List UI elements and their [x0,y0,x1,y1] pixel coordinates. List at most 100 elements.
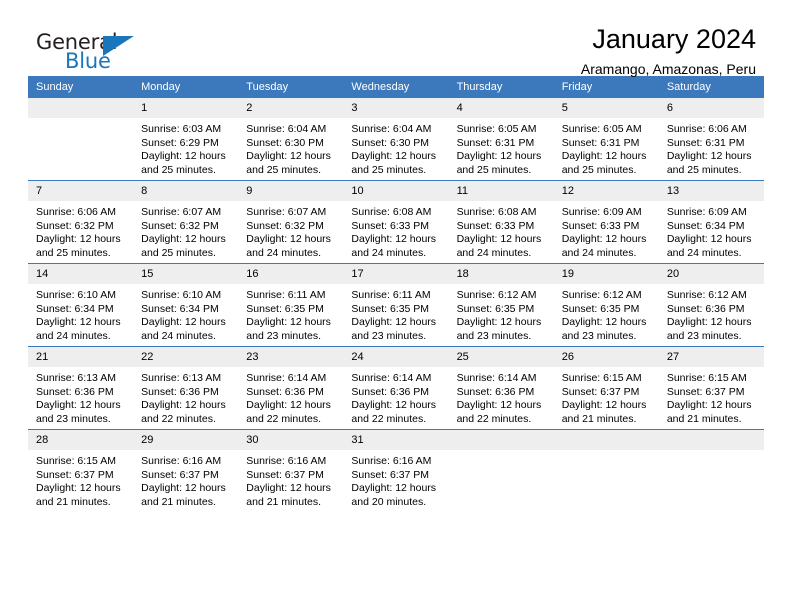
calendar-day-cell[interactable]: 22 Sunrise: 6:13 AM Sunset: 6:36 PM Dayligh… [133,346,239,430]
day-daylight-line2-text: and 23 minutes. [666,329,742,342]
calendar-day-cell[interactable]: 8 Sunrise: 6:07 AM Sunset: 6:32 PM Daylight… [133,180,239,264]
day-details: Sunrise: 6:09 AM Sunset: 6:34 PM Daylight:… [659,201,764,263]
day-sunrise-text: Sunrise: 6:03 AM [141,123,222,135]
weekday-header-sunday: Sunday [28,76,134,98]
day-details: Sunrise: 6:15 AM Sunset: 6:37 PM Daylight:… [28,450,133,512]
calendar-day-cell[interactable]: 27 Sunrise: 6:15 AM Sunset: 6:37 PM Dayligh… [658,346,764,430]
day-sunset-text: Sunset: 6:37 PM [351,468,430,481]
calendar-day-cell[interactable]: 16 Sunrise: 6:11 AM Sunset: 6:35 PM Dayligh… [238,263,344,347]
day-details: Sunrise: 6:11 AM Sunset: 6:35 PM Daylight:… [343,284,448,346]
calendar-day-cell[interactable]: 15 Sunrise: 6:10 AM Sunset: 6:34 PM Dayligh… [133,263,239,347]
day-daylight-line1-text: Daylight: 12 hours [141,316,226,328]
calendar-day-cell[interactable]: 2 Sunrise: 6:04 AM Sunset: 6:30 PM Daylight… [238,98,344,181]
day-daylight-line1-text: Daylight: 12 hours [456,233,542,245]
day-daylight-line2-text: and 23 minutes. [246,329,321,342]
day-sunrise-text: Sunrise: 6:06 AM [36,206,116,218]
day-daylight-line1-text: Daylight: 12 hours [36,482,121,494]
day-sunrise-text: Sunrise: 6:11 AM [351,289,431,301]
calendar-day-cell[interactable]: 6 Sunrise: 6:06 AM Sunset: 6:31 PM Daylight… [658,98,764,181]
day-number: 29 [133,430,239,450]
day-details: Sunrise: 6:05 AM Sunset: 6:31 PM Daylight:… [449,118,554,180]
weekday-header-thursday: Thursday [448,76,554,98]
day-daylight-line1-text: Daylight: 12 hours [246,399,331,411]
day-details: Sunrise: 6:06 AM Sunset: 6:31 PM Daylight:… [659,118,764,180]
day-sunset-text: Sunset: 6:29 PM [141,136,219,149]
day-sunset-text: Sunset: 6:35 PM [561,302,640,315]
calendar-day-cell[interactable]: 9 Sunrise: 6:07 AM Sunset: 6:32 PM Daylight… [238,180,344,264]
day-sunset-text: Sunset: 6:33 PM [351,219,430,232]
day-daylight-line1-text: Daylight: 12 hours [561,150,647,162]
day-details: Sunrise: 6:12 AM Sunset: 6:36 PM Daylight:… [659,284,764,346]
day-sunset-text: Sunset: 6:31 PM [666,136,745,149]
day-sunrise-text: Sunrise: 6:08 AM [351,206,432,218]
calendar-day-cell[interactable]: 19 Sunrise: 6:12 AM Sunset: 6:35 PM Dayligh… [553,263,659,347]
day-sunrise-text: Sunrise: 6:16 AM [141,455,222,467]
day-daylight-line1-text: Daylight: 12 hours [666,233,752,245]
calendar-day-cell[interactable]: 20 Sunrise: 6:12 AM Sunset: 6:36 PM Dayligh… [658,263,764,347]
day-number: 5 [553,98,659,118]
day-sunset-text: Sunset: 6:33 PM [456,219,535,232]
calendar-day-cell[interactable]: 30 Sunrise: 6:16 AM Sunset: 6:37 PM Dayligh… [238,429,344,512]
calendar-day-cell[interactable]: 14 Sunrise: 6:10 AM Sunset: 6:34 PM Dayligh… [28,263,134,347]
calendar-day-cell[interactable]: 28 Sunrise: 6:15 AM Sunset: 6:37 PM Dayligh… [28,429,134,512]
day-daylight-line1-text: Daylight: 12 hours [141,150,226,162]
day-daylight-line2-text: and 23 minutes. [36,412,111,425]
calendar-day-cell-empty [553,429,659,512]
day-number: 17 [343,264,449,284]
calendar-day-cell-empty [28,98,134,181]
calendar-day-cell[interactable]: 31 Sunrise: 6:16 AM Sunset: 6:37 PM Dayligh… [343,429,449,512]
calendar-day-cell[interactable]: 29 Sunrise: 6:16 AM Sunset: 6:37 PM Dayligh… [133,429,239,512]
day-details: Sunrise: 6:05 AM Sunset: 6:31 PM Daylight:… [554,118,659,180]
day-sunset-text: Sunset: 6:35 PM [246,302,324,315]
day-details [554,450,659,512]
weekday-header-saturday: Saturday [658,76,764,98]
calendar-day-cell[interactable]: 1 Sunrise: 6:03 AM Sunset: 6:29 PM Daylight… [133,98,239,181]
day-number: 13 [658,181,764,201]
day-daylight-line1-text: Daylight: 12 hours [36,316,121,328]
day-daylight-line2-text: and 25 minutes. [36,246,111,259]
calendar-week-row: 21 Sunrise: 6:13 AM Sunset: 6:36 PM Dayligh… [28,346,764,430]
day-number: 23 [238,347,344,367]
calendar-day-cell[interactable]: 25 Sunrise: 6:14 AM Sunset: 6:36 PM Dayligh… [448,346,554,430]
calendar-day-cell[interactable]: 13 Sunrise: 6:09 AM Sunset: 6:34 PM Dayligh… [658,180,764,264]
day-number: 12 [553,181,659,201]
day-details [659,450,764,512]
day-sunset-text: Sunset: 6:30 PM [351,136,430,149]
calendar-day-cell[interactable]: 7 Sunrise: 6:06 AM Sunset: 6:32 PM Daylight… [28,180,134,264]
day-daylight-line1-text: Daylight: 12 hours [456,316,542,328]
calendar-day-cell[interactable]: 24 Sunrise: 6:14 AM Sunset: 6:36 PM Dayligh… [343,346,449,430]
calendar-day-cell[interactable]: 10 Sunrise: 6:08 AM Sunset: 6:33 PM Dayligh… [343,180,449,264]
day-sunset-text: Sunset: 6:37 PM [246,468,324,481]
calendar-day-cell[interactable]: 4 Sunrise: 6:05 AM Sunset: 6:31 PM Daylight… [448,98,554,181]
calendar-day-cell[interactable]: 17 Sunrise: 6:11 AM Sunset: 6:35 PM Dayligh… [343,263,449,347]
day-sunrise-text: Sunrise: 6:04 AM [351,123,432,135]
day-daylight-line1-text: Daylight: 12 hours [36,399,121,411]
day-sunset-text: Sunset: 6:32 PM [36,219,114,232]
calendar-day-cell[interactable]: 18 Sunrise: 6:12 AM Sunset: 6:35 PM Dayligh… [448,263,554,347]
calendar-day-cell[interactable]: 21 Sunrise: 6:13 AM Sunset: 6:36 PM Dayligh… [28,346,134,430]
day-number: 21 [28,347,134,367]
day-details: Sunrise: 6:13 AM Sunset: 6:36 PM Daylight:… [28,367,133,429]
day-daylight-line1-text: Daylight: 12 hours [141,482,226,494]
day-number: 20 [658,264,764,284]
calendar-day-cell[interactable]: 26 Sunrise: 6:15 AM Sunset: 6:37 PM Dayligh… [553,346,659,430]
calendar-day-cell[interactable]: 23 Sunrise: 6:14 AM Sunset: 6:36 PM Dayligh… [238,346,344,430]
calendar-day-cell[interactable]: 12 Sunrise: 6:09 AM Sunset: 6:33 PM Dayligh… [553,180,659,264]
day-sunset-text: Sunset: 6:31 PM [561,136,640,149]
day-number: 9 [238,181,344,201]
day-sunset-text: Sunset: 6:32 PM [246,219,324,232]
day-sunset-text: Sunset: 6:34 PM [36,302,114,315]
day-details: Sunrise: 6:16 AM Sunset: 6:37 PM Daylight:… [133,450,238,512]
day-sunset-text: Sunset: 6:36 PM [141,385,219,398]
calendar-day-cell[interactable]: 5 Sunrise: 6:05 AM Sunset: 6:31 PM Daylight… [553,98,659,181]
day-daylight-line1-text: Daylight: 12 hours [561,233,647,245]
calendar-day-cell[interactable]: 3 Sunrise: 6:04 AM Sunset: 6:30 PM Daylight… [343,98,449,181]
title-block: January 2024 Aramango, Amazonas, Peru [581,22,756,79]
day-number: 8 [133,181,239,201]
day-details: Sunrise: 6:03 AM Sunset: 6:29 PM Daylight:… [133,118,238,180]
day-sunset-text: Sunset: 6:33 PM [561,219,640,232]
day-number [28,98,134,118]
day-details: Sunrise: 6:10 AM Sunset: 6:34 PM Daylight:… [28,284,133,346]
day-details: Sunrise: 6:08 AM Sunset: 6:33 PM Daylight:… [449,201,554,263]
calendar-day-cell[interactable]: 11 Sunrise: 6:08 AM Sunset: 6:33 PM Dayligh… [448,180,554,264]
